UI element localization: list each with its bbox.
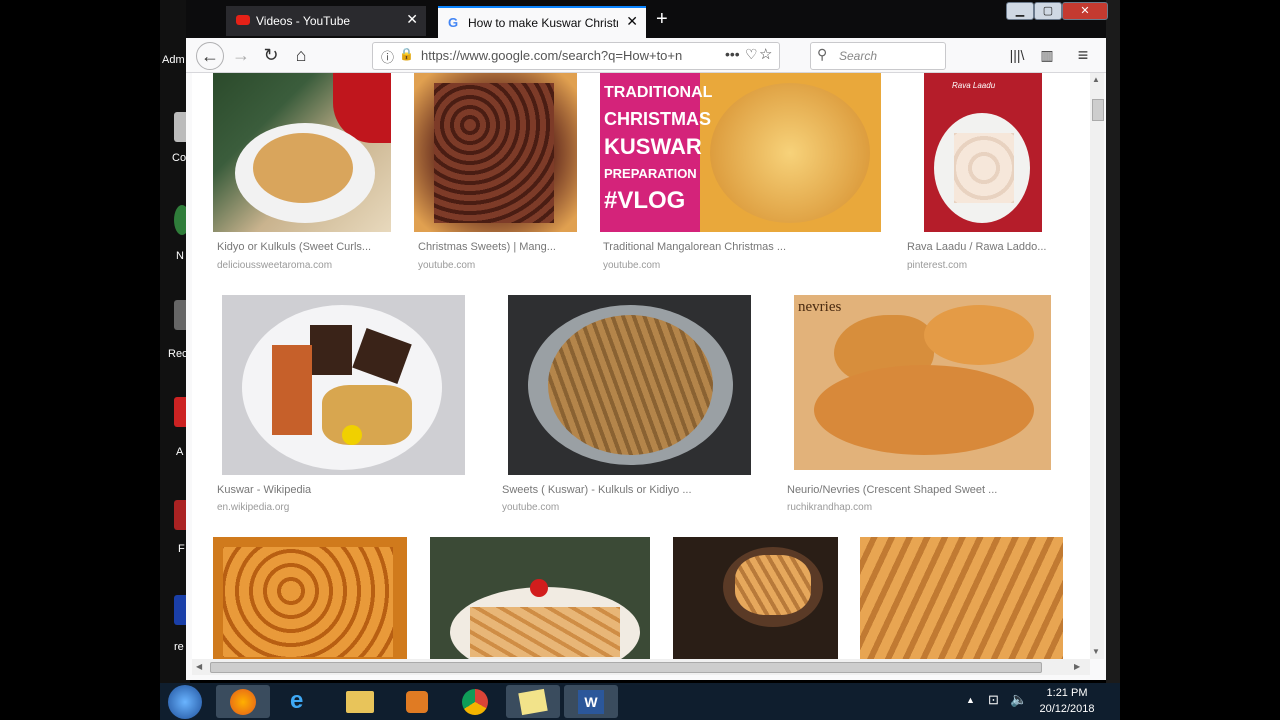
media-taskbar-button[interactable] <box>390 685 444 718</box>
result-source[interactable]: youtube.com <box>502 502 559 513</box>
ie-taskbar-button[interactable]: e <box>274 685 328 718</box>
chrome-taskbar-button[interactable] <box>448 685 502 718</box>
vertical-scrollbar[interactable]: ▲ ▼ <box>1090 73 1104 659</box>
navigation-toolbar: ← → ↻ ⌂ ⓘ 🔒 https://www.google.com/searc… <box>186 38 1106 73</box>
menu-icon[interactable]: ≡ <box>1070 42 1096 68</box>
result-image[interactable] <box>213 537 407 659</box>
bow-decoration <box>530 579 548 597</box>
url-text[interactable]: https://www.google.com/search?q=How+to+n <box>421 48 691 63</box>
tab-google[interactable]: G How to make Kuswar Christmas ✕ <box>438 6 646 38</box>
result-caption[interactable]: Kuswar - Wikipedia <box>217 484 311 496</box>
result-caption[interactable]: Christmas Sweets) | Mang... <box>418 241 556 253</box>
result-image[interactable] <box>430 537 650 659</box>
tab-youtube[interactable]: Videos - YouTube ✕ <box>226 6 426 36</box>
tab-label: Videos - YouTube <box>256 14 351 28</box>
minimize-icon[interactable]: ▁ <box>1006 2 1034 20</box>
browser-window: Videos - YouTube ✕ G How to make Kuswar … <box>186 0 1108 680</box>
result-image[interactable] <box>222 295 465 475</box>
close-tab-icon[interactable]: ✕ <box>626 13 638 30</box>
result-image[interactable] <box>673 537 838 659</box>
taskbar: e W ▲ ⊡ 🔈 1:21 PM 20/12/2018 <box>160 683 1120 720</box>
result-source[interactable]: ruchikrandhap.com <box>787 502 872 513</box>
folder-icon <box>346 691 374 713</box>
thumbnail-overlay-text: Rava Laadu <box>952 81 996 90</box>
maximize-icon[interactable]: ▢ <box>1034 2 1062 20</box>
scroll-thumb[interactable] <box>1092 99 1104 121</box>
desktop-icon-label[interactable]: F <box>178 543 185 555</box>
internet-explorer-icon: e <box>290 687 304 714</box>
network-tray-icon[interactable]: ⊡ <box>988 692 999 708</box>
horizontal-scrollbar[interactable]: ◀ ▶ <box>192 659 1090 675</box>
notes-taskbar-button[interactable] <box>506 685 560 718</box>
thumbnail-overlay-text: TRADITIONAL CHRISTMAS KUSWAR PREPARATION… <box>604 84 713 214</box>
scroll-down-icon[interactable]: ▼ <box>1092 647 1100 656</box>
result-source[interactable]: pinterest.com <box>907 260 967 271</box>
tab-label: How to make Kuswar Christmas <box>468 16 618 30</box>
media-player-icon <box>406 691 428 713</box>
result-image[interactable] <box>213 73 391 232</box>
search-results-area: Kidyo or Kulkuls (Sweet Curls... delicio… <box>192 73 1090 659</box>
info-icon[interactable]: ⓘ <box>381 47 394 66</box>
google-icon: G <box>448 15 459 30</box>
clock-date[interactable]: 20/12/2018 <box>1032 703 1102 715</box>
scroll-right-icon[interactable]: ▶ <box>1074 662 1080 671</box>
result-source[interactable]: youtube.com <box>603 260 660 271</box>
result-caption[interactable]: Rava Laadu / Rawa Laddo... <box>907 241 1046 253</box>
lock-icon[interactable]: 🔒 <box>399 47 414 61</box>
sidebar-icon[interactable]: ▥ <box>1034 42 1060 68</box>
scroll-left-icon[interactable]: ◀ <box>196 662 202 671</box>
result-image[interactable] <box>508 295 751 475</box>
firefox-taskbar-button[interactable] <box>216 685 270 718</box>
desktop-background <box>1106 0 1120 683</box>
result-source[interactable]: delicioussweetaroma.com <box>217 260 332 271</box>
desktop-icon-label[interactable]: N <box>176 250 184 262</box>
desktop-icon-label[interactable]: Adm <box>162 54 185 66</box>
explorer-taskbar-button[interactable] <box>332 685 386 718</box>
page-actions-icon[interactable]: ••• <box>725 46 740 62</box>
word-icon: W <box>578 690 604 714</box>
scroll-thumb[interactable] <box>210 662 1042 673</box>
word-taskbar-button[interactable]: W <box>564 685 618 718</box>
reload-icon[interactable]: ↻ <box>258 42 284 68</box>
sticky-notes-icon <box>518 688 548 716</box>
result-caption[interactable]: Traditional Mangalorean Christmas ... <box>603 241 786 253</box>
forward-icon[interactable]: → <box>228 42 254 68</box>
result-caption[interactable]: Neurio/Nevries (Crescent Shaped Sweet ..… <box>787 484 997 496</box>
bookmark-star-icon[interactable]: ☆ <box>759 45 772 63</box>
result-image[interactable]: TRADITIONAL CHRISTMAS KUSWAR PREPARATION… <box>600 73 881 232</box>
youtube-icon <box>236 15 250 25</box>
back-icon[interactable]: ← <box>196 42 224 70</box>
result-source[interactable]: youtube.com <box>418 260 475 271</box>
search-icon: ⚲ <box>817 46 828 62</box>
library-icon[interactable]: |||\ <box>1004 42 1030 68</box>
thumbnail-overlay-text: nevries <box>798 299 842 315</box>
scroll-up-icon[interactable]: ▲ <box>1092 75 1100 84</box>
search-box[interactable]: ⚲ Search <box>810 42 946 70</box>
firefox-icon <box>230 689 256 715</box>
show-hidden-icons-icon[interactable]: ▲ <box>966 695 975 705</box>
result-caption[interactable]: Sweets ( Kuswar) - Kulkuls or Kidiyo ... <box>502 484 692 496</box>
url-bar[interactable]: ⓘ 🔒 https://www.google.com/search?q=How+… <box>372 42 780 70</box>
close-window-icon[interactable]: ✕ <box>1062 2 1108 20</box>
start-button-icon[interactable] <box>168 685 202 719</box>
desktop-icon-label[interactable]: Rec <box>168 348 188 360</box>
chrome-icon <box>462 689 488 715</box>
result-image[interactable] <box>414 73 577 232</box>
clock-time[interactable]: 1:21 PM <box>1032 687 1102 699</box>
result-source[interactable]: en.wikipedia.org <box>217 502 289 513</box>
home-icon[interactable]: ⌂ <box>288 42 314 68</box>
desktop-icon-label[interactable]: re <box>174 641 184 653</box>
close-tab-icon[interactable]: ✕ <box>406 11 418 28</box>
result-image[interactable] <box>860 537 1063 659</box>
pocket-icon[interactable]: ♡ <box>745 46 758 63</box>
desktop-icon-label[interactable]: A <box>176 446 183 458</box>
search-placeholder: Search <box>839 49 878 63</box>
new-tab-icon[interactable]: + <box>656 8 668 31</box>
result-caption[interactable]: Kidyo or Kulkuls (Sweet Curls... <box>217 241 371 253</box>
desktop-icon-label[interactable]: Co <box>172 152 186 164</box>
result-image[interactable]: Rava Laadu <box>924 73 1042 232</box>
tab-bar: Videos - YouTube ✕ G How to make Kuswar … <box>186 0 1108 38</box>
volume-icon[interactable]: 🔈 <box>1010 691 1027 708</box>
result-image[interactable]: nevries <box>794 295 1051 470</box>
